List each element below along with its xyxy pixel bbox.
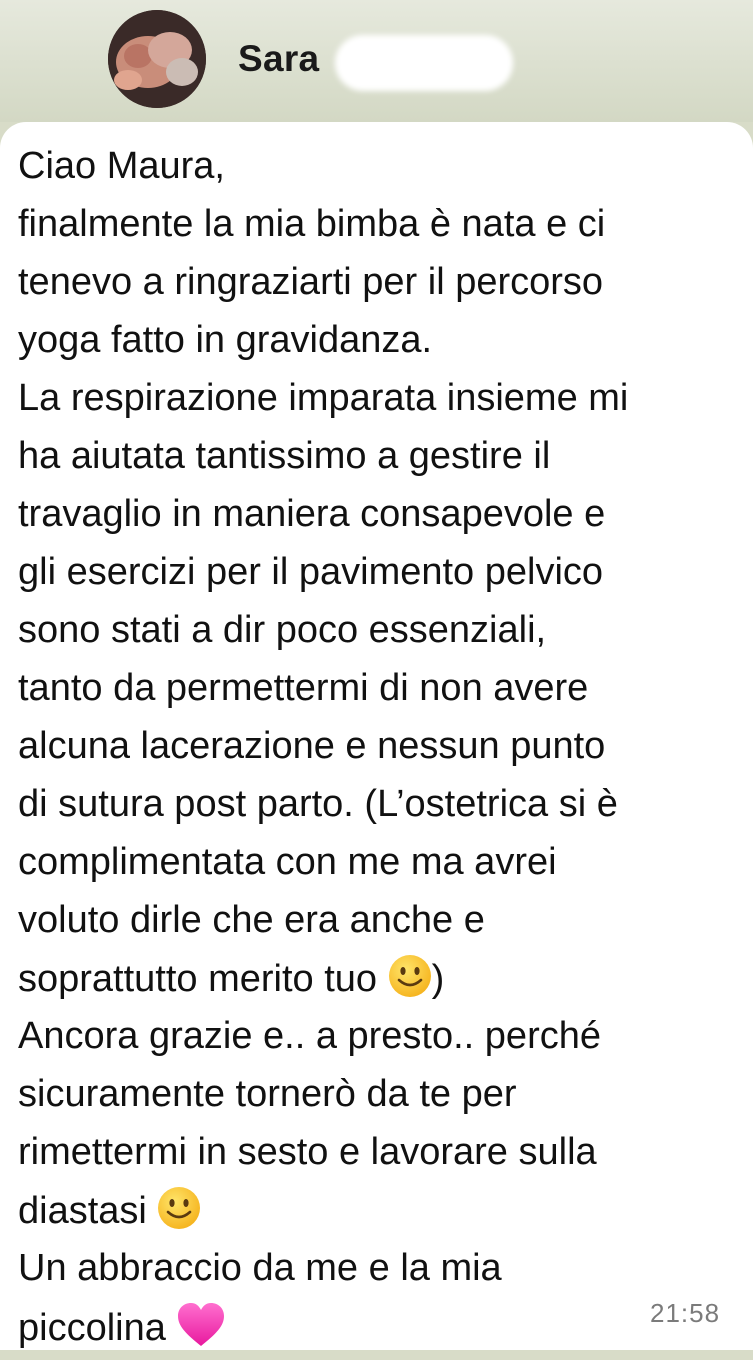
- message-line: ha aiutata tantissimo a gestire il: [18, 435, 551, 477]
- message-line: Ciao Maura,: [18, 145, 225, 187]
- message-line: gli esercizi per il pavimento pelvico: [18, 551, 604, 593]
- message-line: complimentata con me ma avrei: [18, 841, 557, 883]
- redaction-patch: [335, 35, 513, 91]
- message-line: di sutura post parto. (L’ostetrica si è: [18, 783, 618, 825]
- message-line: sicuramente tornerò da te per: [18, 1073, 517, 1115]
- message-line: Ancora grazie e.. a presto.. perché: [18, 1015, 601, 1057]
- message-line: travaglio in maniera consapevole e: [18, 493, 606, 535]
- message-line: alcuna lacerazione e nessun punto: [18, 725, 606, 767]
- chat-header: Sara: [0, 0, 753, 122]
- contact-avatar[interactable]: [108, 10, 206, 108]
- message-line: yoga fatto in gravidanza.: [18, 319, 433, 361]
- message-text: diastasi: [18, 1190, 147, 1232]
- contact-name[interactable]: Sara: [238, 38, 319, 80]
- message-timestamp: 21:58: [650, 1298, 721, 1328]
- message-line: diastasi: [18, 1186, 201, 1234]
- pink-heart-icon: [176, 1302, 226, 1348]
- message-line: finalmente la mia bimba è nata e ci: [18, 203, 606, 245]
- smiling-face-icon: [157, 1186, 201, 1230]
- message-line: tanto da permettermi di non avere: [18, 667, 589, 709]
- message-bubble[interactable]: Ciao Maura, finalmente la mia bimba è na…: [0, 122, 753, 1350]
- message-text: ): [431, 958, 445, 1000]
- message-line: sono stati a dir poco essenziali,: [18, 609, 547, 651]
- message-line: La respirazione imparata insieme mi: [18, 377, 629, 419]
- message-line: soprattutto merito tuo ): [18, 954, 444, 1002]
- message-line: Un abbraccio da me e la mia: [18, 1247, 502, 1289]
- message-text: soprattutto merito tuo: [18, 958, 378, 1000]
- message-line: piccolina: [18, 1302, 226, 1350]
- message-text: piccolina: [18, 1307, 166, 1349]
- message-line: rimettermi in sesto e lavorare sulla: [18, 1131, 597, 1173]
- message-line: tenevo a ringraziarti per il percorso: [18, 261, 604, 303]
- message-line: voluto dirle che era anche e: [18, 899, 485, 941]
- smiling-face-icon: [388, 954, 432, 998]
